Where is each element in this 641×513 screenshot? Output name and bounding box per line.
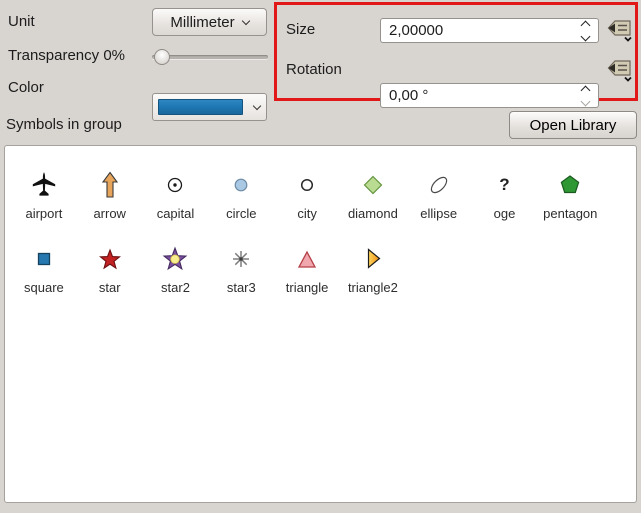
symbol-grid: airport arrow capital circle ci	[5, 146, 636, 298]
rotation-value: 0,00 °	[389, 87, 428, 104]
size-data-defined-button[interactable]	[604, 18, 634, 44]
chevron-down-icon	[253, 102, 261, 110]
color-picker-button[interactable]	[152, 93, 267, 121]
spin-up-icon[interactable]	[581, 20, 591, 30]
slider-handle[interactable]	[154, 49, 170, 65]
symbol-item-star2[interactable]: star2	[143, 224, 209, 298]
symbol-item-triangle2[interactable]: triangle2	[340, 224, 406, 298]
orange-triangle-icon	[359, 245, 387, 273]
blue-circle-icon	[227, 171, 255, 199]
size-label: Size	[286, 21, 315, 38]
symbol-item-city[interactable]: city	[274, 150, 340, 224]
symbol-item-capital[interactable]: capital	[143, 150, 209, 224]
open-library-button-label: Open Library	[530, 117, 617, 134]
spin-down-icon[interactable]	[581, 31, 591, 41]
open-library-button[interactable]: Open Library	[509, 111, 637, 139]
symbol-label: arrow	[93, 206, 126, 221]
spinner-arrows[interactable]	[582, 19, 589, 42]
symbol-label: star2	[161, 280, 190, 295]
symbol-item-pentagon[interactable]: pentagon	[537, 150, 603, 224]
symbol-label: triangle	[286, 280, 329, 295]
symbol-item-triangle[interactable]: triangle	[274, 224, 340, 298]
airplane-icon	[30, 171, 58, 199]
size-spinbox[interactable]: 2,00000	[380, 18, 599, 43]
symbol-label: star3	[227, 280, 256, 295]
highlight-rectangle: Size 2,00000 Rotation 0,00 °	[274, 2, 638, 101]
red-star-icon	[96, 245, 124, 273]
spin-up-icon[interactable]	[581, 85, 591, 95]
pink-triangle-icon	[293, 245, 321, 273]
open-circle-icon	[293, 171, 321, 199]
symbol-list-panel[interactable]: airport arrow capital circle ci	[4, 145, 637, 503]
unit-combobox[interactable]: Millimeter	[152, 8, 267, 36]
transparency-label: Transparency 0%	[8, 47, 125, 64]
symbol-item-star3[interactable]: star3	[208, 224, 274, 298]
symbol-label: star	[99, 280, 121, 295]
color-swatch	[158, 99, 243, 115]
symbol-label: pentagon	[543, 206, 597, 221]
symbol-label: airport	[25, 206, 62, 221]
spinner-arrows[interactable]	[582, 84, 589, 107]
asterisk-star-icon	[227, 245, 255, 273]
symbols-group-label: Symbols in group	[6, 116, 122, 133]
symbol-label: triangle2	[348, 280, 398, 295]
symbol-label: capital	[157, 206, 195, 221]
data-defined-override-icon	[605, 59, 634, 83]
green-pentagon-icon	[556, 171, 584, 199]
circled-dot-icon	[161, 171, 189, 199]
question-mark-icon: ?	[499, 175, 509, 195]
symbol-item-diamond[interactable]: diamond	[340, 150, 406, 224]
arrow-up-icon	[96, 171, 124, 199]
rotation-spinbox[interactable]: 0,00 °	[380, 83, 599, 108]
unit-combobox-value: Millimeter	[170, 14, 234, 31]
symbol-label: circle	[226, 206, 256, 221]
rotation-data-defined-button[interactable]	[604, 58, 634, 84]
rotation-label: Rotation	[286, 61, 342, 78]
symbol-label: square	[24, 280, 64, 295]
symbol-item-ellipse[interactable]: ellipse	[406, 150, 472, 224]
symbol-label: ellipse	[420, 206, 457, 221]
spin-down-icon[interactable]	[581, 96, 591, 106]
tilted-ellipse-icon	[425, 171, 453, 199]
symbol-item-airport[interactable]: airport	[11, 150, 77, 224]
symbol-label: oge	[494, 206, 516, 221]
symbol-label: city	[297, 206, 317, 221]
symbol-item-circle[interactable]: circle	[208, 150, 274, 224]
data-defined-override-icon	[605, 19, 634, 43]
purple-star-icon	[160, 245, 190, 273]
blue-square-icon	[30, 245, 58, 273]
symbol-label: diamond	[348, 206, 398, 221]
green-diamond-icon	[359, 171, 387, 199]
unit-label: Unit	[8, 13, 35, 30]
chevron-down-icon	[241, 16, 249, 24]
symbol-item-oge[interactable]: ? oge	[472, 150, 538, 224]
symbol-item-square[interactable]: square	[11, 224, 77, 298]
symbol-item-star[interactable]: star	[77, 224, 143, 298]
color-label: Color	[8, 79, 44, 96]
transparency-slider[interactable]	[152, 46, 268, 68]
size-value: 2,00000	[389, 22, 443, 39]
symbol-item-arrow[interactable]: arrow	[77, 150, 143, 224]
